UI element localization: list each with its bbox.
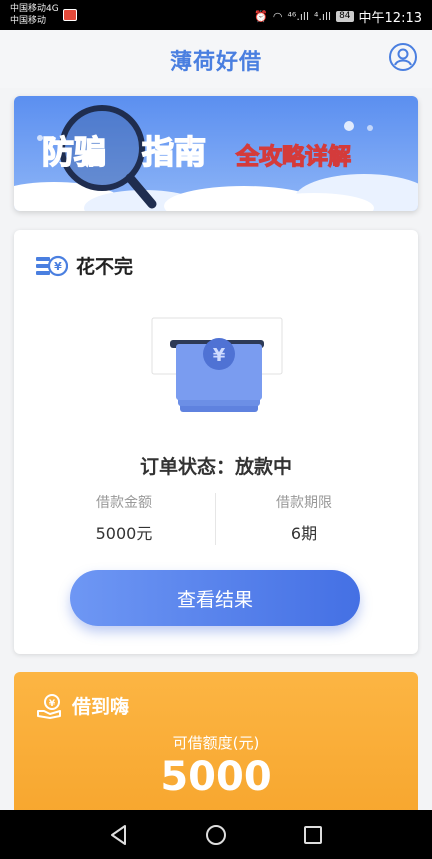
alarm-icon: ⏰ [254, 10, 268, 23]
battery-icon: 84 [336, 11, 354, 22]
clock: 中午12:13 [358, 11, 422, 26]
profile-button[interactable] [388, 42, 418, 72]
nav-home-button[interactable] [202, 821, 230, 849]
loan-amount-value: 5000元 [95, 524, 153, 543]
banner-graphic: 防骗 指南 全攻略详解 [14, 96, 418, 211]
credit-limit-label: 可借额度(元) [172, 734, 260, 752]
loan-card-huabuwan: ¥ 花不完 ¥ 订单状态：放款中 借款金额 5000元 借款期限 6期 查看结果 [14, 230, 418, 654]
anti-fraud-banner[interactable]: 防骗 指南 全攻略详解 [14, 96, 418, 211]
app-header: 薄荷好借 [0, 30, 432, 88]
loan-amount-column: 借款金额 5000元 [34, 492, 214, 544]
loan-card-jiedaohai[interactable]: ¥ 借到嗨 可借额度(元) 5000 [14, 672, 418, 822]
back-icon [110, 824, 126, 845]
card2-title: 借到嗨 [72, 696, 130, 718]
card-header: ¥ 花不完 [36, 252, 133, 279]
carrier-info: 中国移动4G 中国移动 [10, 3, 59, 27]
loan-term-value: 6期 [290, 524, 318, 543]
svg-text:¥: ¥ [49, 699, 56, 709]
credit-limit-value: 5000 [160, 754, 272, 800]
signal-icon-1: ⁴⁶.ıll [287, 10, 309, 23]
user-icon [389, 43, 417, 71]
system-navigation-bar [0, 810, 432, 859]
cash-dispense-illustration: ¥ [151, 317, 283, 412]
order-status: 订单状态：放款中 [139, 456, 292, 478]
card-title: 花不完 [76, 256, 134, 278]
money-stack-icon: ¥ [36, 255, 68, 276]
status-icons: ⏰ ◠ ⁴⁶.ıll ⁴.ıll 84 中午12:13 [254, 7, 422, 26]
app-title: 薄荷好借 [169, 50, 262, 75]
nav-recent-button[interactable] [299, 821, 327, 849]
card2-header: ¥ 借到嗨 [36, 692, 129, 719]
svg-text:¥: ¥ [54, 260, 62, 273]
view-result-button[interactable]: 查看结果 [70, 570, 360, 626]
carrier-line-2: 中国移动 [10, 16, 47, 26]
loan-term-label: 借款期限 [276, 495, 332, 511]
loan-amount-label: 借款金额 [96, 495, 152, 511]
wifi-icon: ◠ [272, 10, 283, 23]
banner-text-1: 防骗 [42, 133, 106, 171]
nav-back-button[interactable] [105, 821, 133, 849]
banner-text-2: 指南 [142, 133, 206, 171]
banner-text-3: 全攻略详解 [235, 143, 351, 170]
recent-apps-icon [304, 825, 323, 844]
svg-text:¥: ¥ [213, 345, 226, 366]
signal-icon-2: ⁴.ıll [314, 10, 332, 23]
app-screen: 中国移动4G 中国移动 ⏰ ◠ ⁴⁶.ıll ⁴.ıll 84 中午12:13 … [0, 0, 432, 859]
home-icon [205, 824, 226, 845]
status-bar: 中国移动4G 中国移动 ⏰ ◠ ⁴⁶.ıll ⁴.ıll 84 中午12:13 [0, 0, 432, 30]
loan-term-column: 借款期限 6期 [214, 492, 394, 544]
notification-app-icon [63, 9, 77, 21]
hand-coin-icon: ¥ [37, 693, 61, 719]
carrier-line-1: 中国移动4G [10, 4, 59, 14]
